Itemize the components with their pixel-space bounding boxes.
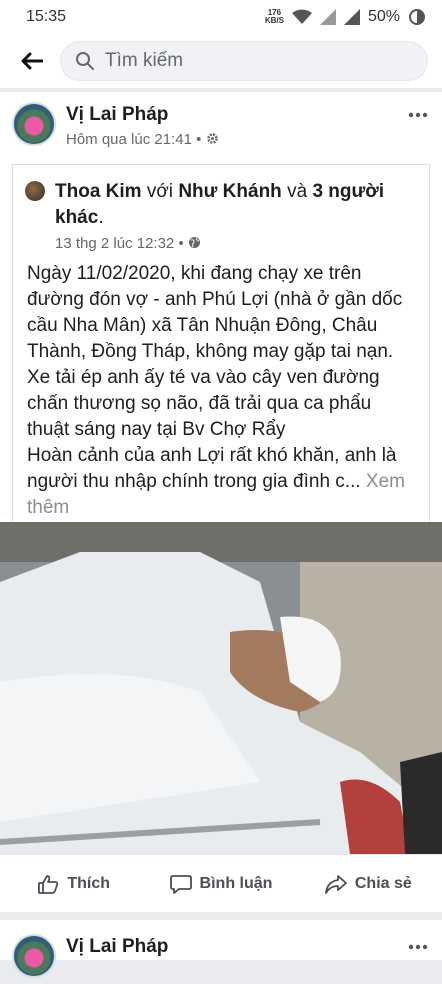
network-speed: 176 KB/S — [265, 9, 284, 25]
post-body: Ngày 11/02/2020, khi đang chạy xe trên đ… — [27, 263, 403, 492]
shared-time[interactable]: 13 thg 2 lúc 12:32 — [55, 235, 174, 252]
globe-icon — [188, 237, 200, 248]
avatar[interactable] — [12, 102, 56, 146]
comment-icon — [169, 874, 192, 894]
thumbs-up-icon — [38, 874, 59, 894]
shared-meta: 13 thg 2 lúc 12:32 • — [25, 235, 419, 252]
status-bar: 15:35 176 KB/S 50% — [0, 0, 442, 34]
shared-author[interactable]: Thoa Kim — [55, 181, 142, 202]
speed-unit: KB/S — [264, 16, 284, 25]
arrow-left-icon — [21, 52, 43, 70]
shared-post[interactable]: Thoa Kim với Như Khánh và 3 người khác. … — [12, 164, 430, 534]
search-input[interactable]: Tìm kiếm — [60, 41, 428, 81]
and-text: và — [287, 181, 308, 202]
battery-percent: 50% — [367, 8, 400, 25]
next-more-options-button[interactable] — [408, 934, 428, 955]
post-header: Vị Lai Pháp Hôm qua lúc 21:41 • — [12, 102, 442, 152]
photo-image — [0, 522, 442, 854]
more-options-button[interactable] — [408, 102, 428, 123]
tagged-user[interactable]: Như Khánh — [178, 181, 281, 202]
next-post-header: Vị Lai Pháp — [12, 934, 442, 984]
more-icon — [408, 112, 428, 118]
post-photo[interactable] — [0, 522, 442, 854]
signal-x-icon — [319, 9, 336, 25]
post-actions: Thích Bình luận Chia sẻ — [0, 854, 442, 912]
shared-avatar[interactable] — [25, 181, 45, 201]
title-period: . — [98, 207, 104, 228]
post-time[interactable]: Hôm qua lúc 21:41 — [66, 131, 192, 148]
wifi-icon — [291, 9, 312, 24]
back-button[interactable] — [14, 43, 50, 79]
post-author[interactable]: Vị Lai Pháp — [66, 104, 219, 126]
comment-button[interactable]: Bình luận — [147, 874, 294, 894]
shared-header: Thoa Kim với Như Khánh và 3 người khác. … — [25, 179, 419, 252]
search-bar: Tìm kiếm — [0, 34, 442, 88]
post-meta: Hôm qua lúc 21:41 • — [66, 131, 219, 148]
like-button[interactable]: Thích — [0, 874, 147, 894]
like-label: Thích — [67, 874, 110, 892]
shared-separator: • — [178, 235, 184, 252]
share-label: Chia sẻ — [354, 874, 412, 892]
meta-separator: • — [196, 131, 202, 148]
comment-label: Bình luận — [199, 874, 273, 892]
with-text: với — [146, 181, 174, 202]
search-placeholder: Tìm kiếm — [105, 50, 184, 71]
more-icon — [408, 944, 428, 950]
next-post: Vị Lai Pháp — [0, 920, 442, 978]
shared-title: Thoa Kim với Như Khánh và 3 người khác. — [25, 179, 419, 231]
battery-icon — [409, 9, 425, 25]
next-post-avatar[interactable] — [12, 934, 56, 978]
feed-post: Vị Lai Pháp Hôm qua lúc 21:41 • Thoa Kim… — [0, 92, 442, 912]
search-icon — [76, 52, 94, 70]
signal-icon — [343, 9, 360, 25]
share-button[interactable]: Chia sẻ — [295, 874, 442, 894]
share-icon — [324, 874, 347, 894]
status-time: 15:35 — [26, 8, 67, 25]
gear-icon — [206, 133, 218, 144]
next-post-author[interactable]: Vị Lai Pháp — [66, 936, 168, 958]
post-text: Ngày 11/02/2020, khi đang chạy xe trên đ… — [27, 261, 415, 521]
